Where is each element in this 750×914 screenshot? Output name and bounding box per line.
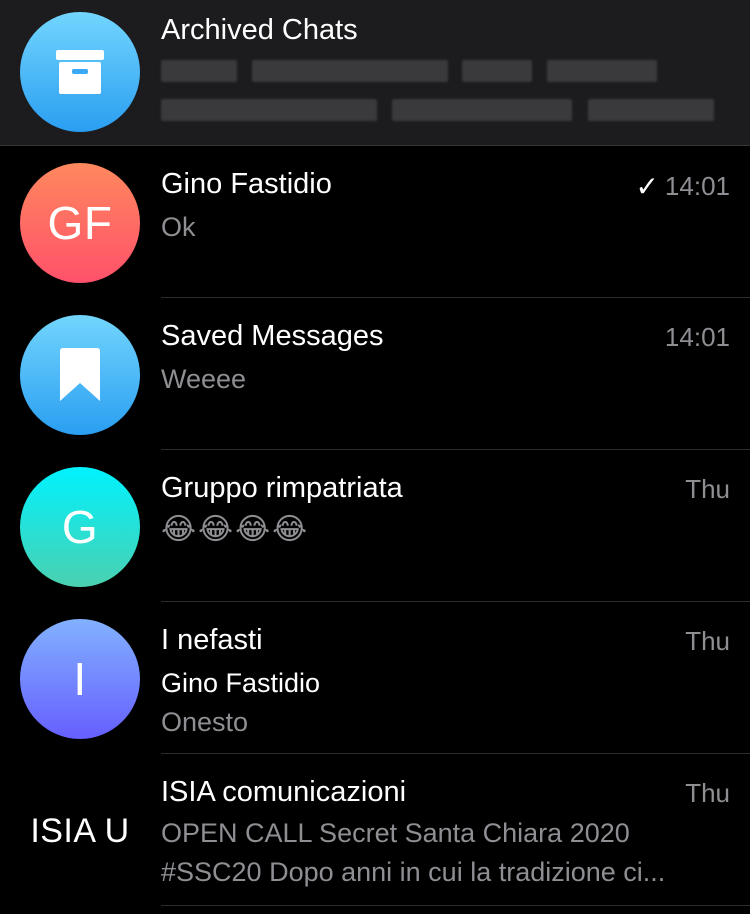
chat-time: ✓ 14:01	[635, 170, 730, 203]
chat-row-gino-fastidio[interactable]: GF Gino Fastidio ✓ 14:01 Ok	[0, 146, 750, 298]
chat-time: 14:01	[664, 322, 730, 352]
avatar: I	[20, 619, 140, 739]
archived-title: Archived Chats	[161, 14, 358, 46]
chat-row-gruppo-rimpatriata[interactable]: G Gruppo rimpatriata Thu 😂😂😂😂	[0, 450, 750, 602]
chat-sender: Gino Fastidio	[161, 668, 321, 698]
avatar: ISIA U	[30, 811, 130, 850]
avatar: GF	[20, 163, 140, 283]
chat-time: Thu	[685, 778, 730, 808]
chat-preview-line2: #SSC20 Dopo anni in cui la tradizione ci…	[161, 857, 666, 887]
archived-avatar	[20, 12, 140, 132]
avatar: G	[20, 467, 140, 587]
chat-preview: Onesto	[161, 707, 249, 737]
read-check-icon: ✓	[635, 171, 659, 202]
chat-row-i-nefasti[interactable]: I I nefasti Thu Gino Fastidio Onesto	[0, 602, 750, 754]
chat-row-saved-messages[interactable]: Saved Messages 14:01 Weeee	[0, 298, 750, 450]
row-separator	[161, 905, 750, 906]
chat-name: I nefasti	[161, 624, 263, 656]
chat-name: Saved Messages	[161, 320, 384, 352]
chat-preview: Weeee	[161, 364, 247, 394]
chat-preview: 😂😂😂😂	[161, 512, 310, 547]
chat-name: ISIA comunicazioni	[161, 776, 407, 808]
chat-name: Gino Fastidio	[161, 168, 332, 200]
chat-preview: Ok	[161, 212, 196, 242]
bookmark-icon	[60, 348, 100, 401]
archive-box-icon	[56, 50, 104, 94]
chat-preview-line1: OPEN CALL Secret Santa Chiara 2020	[161, 818, 630, 848]
archived-chats-row[interactable]: Archived Chats	[0, 0, 750, 146]
chat-row-isia-comunicazioni[interactable]: ISIA U ISIA comunicazioni Thu OPEN CALL …	[0, 754, 750, 906]
avatar	[20, 315, 140, 435]
chat-time: Thu	[685, 474, 730, 504]
chat-time: Thu	[685, 626, 730, 656]
chat-name: Gruppo rimpatriata	[161, 472, 403, 504]
chat-time-text: 14:01	[664, 171, 730, 201]
